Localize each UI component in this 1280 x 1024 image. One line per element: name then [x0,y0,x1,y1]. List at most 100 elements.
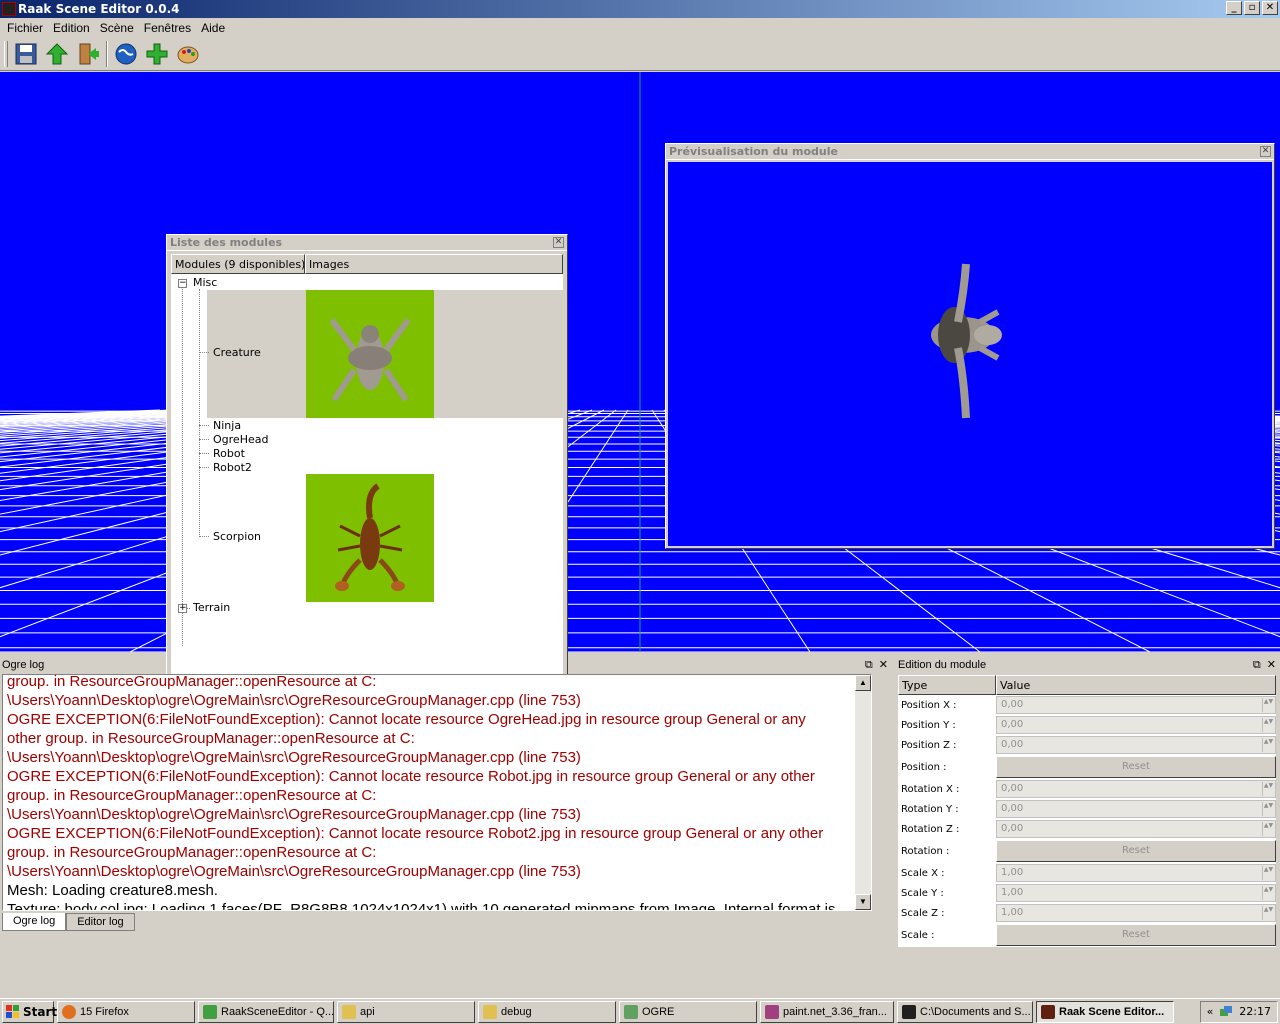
maximize-button[interactable]: ▫ [1244,1,1260,15]
log-scrollbar[interactable]: ▲ ▼ [855,675,871,910]
minimize-button[interactable]: _ [1226,1,1242,15]
tree-item-ogrehead[interactable]: OgreHead [213,433,268,446]
palette-icon [177,46,199,64]
toolbar-grip[interactable] [4,41,8,67]
property-spinbox[interactable]: 1,00 ▲▼ [996,864,1276,882]
menu-fenetres[interactable]: Fenêtres [139,21,196,35]
tree-item-creature[interactable]: Creature [213,346,261,359]
taskbar-task[interactable]: RaakSceneEditor - Q... [198,1000,334,1023]
taskbar-task[interactable]: C:\Documents and S... [897,1000,1033,1023]
property-spinbox[interactable]: 1,00 ▲▼ [996,904,1276,922]
world-button[interactable] [113,41,139,67]
toolbar [0,38,1280,71]
ogre-log-dock-title[interactable]: Ogre log ⧉ ✕ [0,657,892,673]
firefox-icon [62,1004,76,1019]
ogre-log-text[interactable]: group. in ResourceGroupManager::openReso… [2,674,872,911]
spinbox-value: 1,00 [1001,887,1024,898]
float-icon[interactable]: ⧉ [865,657,873,673]
tree-group-terrain[interactable]: Terrain [193,601,230,614]
preview-panel: Prévisualisation du module ✕ [665,143,1275,549]
preview-viewport[interactable] [668,162,1272,546]
reset-button[interactable]: Reset [996,924,1276,946]
menu-scene[interactable]: Scène [95,21,139,35]
up-button[interactable] [44,41,70,67]
close-icon[interactable]: ✕ [1267,657,1276,673]
close-button[interactable]: ✕ [1262,1,1278,15]
property-label: Rotation Y : [901,803,959,815]
windows-logo-icon [6,1004,19,1018]
menu-fichier[interactable]: Fichier [2,21,48,35]
tray-expand-button[interactable]: « [1207,1005,1214,1018]
property-spinbox[interactable]: 0,00 ▲▼ [996,736,1276,754]
start-button[interactable]: Start [2,1000,57,1023]
property-row: Position Z : 0,00 ▲▼ [898,735,1276,755]
save-button[interactable] [13,41,39,67]
module-tree[interactable]: − Misc Creature Ninja OgreHead Robot Rob… [171,274,563,679]
spinbox-value: 0,00 [1001,699,1024,710]
property-label: Position : [901,761,947,773]
taskbar-task[interactable]: debug [478,1000,616,1023]
scroll-up-button[interactable]: ▲ [855,675,871,691]
property-spinbox[interactable]: 0,00 ▲▼ [996,780,1276,798]
module-edit-dock: Edition du module ⧉ ✕ Type Value Positio… [896,657,1280,977]
menu-edition[interactable]: Edition [48,21,95,35]
spin-arrows-icon[interactable]: ▲▼ [1262,886,1274,900]
module-edit-dock-title[interactable]: Edition du module ⧉ ✕ [896,657,1280,673]
column-header-value[interactable]: Value [996,675,1276,695]
folder-icon [483,1004,497,1019]
tree-item-robot2[interactable]: Robot2 [213,461,252,474]
column-header-type[interactable]: Type [898,675,996,695]
reset-button[interactable]: Reset [996,756,1276,778]
spin-arrows-icon[interactable]: ▲▼ [1262,782,1274,796]
tree-expander-misc[interactable]: − [178,279,187,288]
taskbar-task[interactable]: api [337,1000,475,1023]
taskbar-task[interactable]: Raak Scene Editor... [1036,1000,1174,1023]
tree-item-scorpion[interactable]: Scorpion [213,530,261,543]
ogre-log-title-text: Ogre log [2,659,45,671]
property-spinbox[interactable]: 0,00 ▲▼ [996,696,1276,714]
preview-close-button[interactable]: ✕ [1260,146,1271,157]
tree-item-robot[interactable]: Robot [213,447,245,460]
arrow-up-icon [45,43,69,65]
spin-arrows-icon[interactable]: ▲▼ [1262,698,1274,712]
tab-editor-log[interactable]: Editor log [66,913,135,931]
module-edit-title-text: Edition du module [898,659,987,671]
float-icon[interactable]: ⧉ [1253,657,1261,673]
spin-arrows-icon[interactable]: ▲▼ [1262,822,1274,836]
property-label: Scale Y : [901,887,944,899]
module-list-title[interactable]: Liste des modules ✕ [167,235,567,251]
column-header-modules[interactable]: Modules (9 disponibles) [171,254,305,274]
column-header-images[interactable]: Images [305,254,563,274]
preview-title[interactable]: Prévisualisation du module ✕ [666,144,1274,160]
menu-aide[interactable]: Aide [196,21,230,35]
taskbar-task[interactable]: 15 Firefox [57,1000,195,1023]
console-icon [902,1004,916,1019]
spin-arrows-icon[interactable]: ▲▼ [1262,866,1274,880]
spin-arrows-icon[interactable]: ▲▼ [1262,718,1274,732]
tab-ogre-log[interactable]: Ogre log [2,913,67,931]
task-label: Raak Scene Editor... [1059,1005,1165,1018]
window-titlebar[interactable]: Raak Scene Editor 0.0.4 _ ▫ ✕ [0,0,1280,18]
taskbar-task[interactable]: OGRE [619,1000,757,1023]
network-icon[interactable] [1219,1005,1233,1019]
spin-arrows-icon[interactable]: ▲▼ [1262,738,1274,752]
add-button[interactable] [144,41,170,67]
property-row: Rotation : Reset [898,839,1276,863]
property-spinbox[interactable]: 0,00 ▲▼ [996,716,1276,734]
module-list-close-button[interactable]: ✕ [553,237,564,248]
spin-arrows-icon[interactable]: ▲▼ [1262,802,1274,816]
exit-button[interactable] [75,41,101,67]
tree-group-misc[interactable]: Misc [193,276,217,289]
property-row: Position : Reset [898,755,1276,779]
property-spinbox[interactable]: 1,00 ▲▼ [996,884,1276,902]
property-spinbox[interactable]: 0,00 ▲▼ [996,800,1276,818]
scroll-down-button[interactable]: ▼ [855,894,871,910]
property-spinbox[interactable]: 0,00 ▲▼ [996,820,1276,838]
spin-arrows-icon[interactable]: ▲▼ [1262,906,1274,920]
close-icon[interactable]: ✕ [879,657,888,673]
tree-expander-terrain[interactable]: + [178,604,187,613]
palette-button[interactable] [175,41,201,67]
tree-item-ninja[interactable]: Ninja [213,419,241,432]
taskbar-task[interactable]: paint.net_3.36_fran... [760,1000,894,1023]
reset-button[interactable]: Reset [996,840,1276,862]
